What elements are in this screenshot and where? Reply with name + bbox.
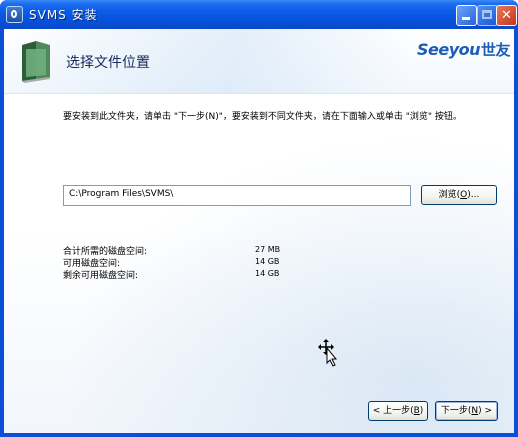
installer-window: SVMS 安装 ✕ 选择文件位置 Seeyou世友 要安装到此文件夹，请单击 "…: [0, 0, 518, 437]
instructions-text: 要安装到此文件夹，请单击 "下一步(N)"，要安装到不同文件夹，请在下面输入或单…: [63, 112, 462, 122]
browse-label-pre: 浏览(: [438, 190, 461, 200]
wizard-body: 要安装到此文件夹，请单击 "下一步(N)"，要安装到不同文件夹，请在下面输入或单…: [4, 94, 514, 433]
move-cursor-icon: [318, 339, 338, 367]
space-value-required: 27 MB: [255, 245, 281, 254]
space-value-available: 14 GB: [255, 257, 280, 266]
app-icon: [6, 6, 23, 23]
minimize-button[interactable]: [456, 5, 477, 26]
seeyou-logo: Seeyou世友: [417, 39, 511, 60]
next-label-post: ) >: [478, 406, 493, 416]
wizard-header: 选择文件位置 Seeyou世友: [4, 29, 514, 94]
back-label-pre: < 上一步(: [372, 406, 414, 416]
logo-cn-text: 世友: [481, 41, 511, 59]
maximize-icon: [482, 10, 492, 19]
folder-icon: [22, 41, 50, 83]
close-button[interactable]: ✕: [496, 5, 517, 26]
window-client: 选择文件位置 Seeyou世友 要安装到此文件夹，请单击 "下一步(N)"，要安…: [4, 29, 514, 433]
next-button[interactable]: 下一步(N) >: [435, 401, 498, 421]
back-button[interactable]: < 上一步(B): [368, 401, 428, 421]
close-icon: ✕: [501, 8, 512, 23]
next-label-pre: 下一步(: [440, 406, 472, 416]
page-title: 选择文件位置: [66, 55, 150, 71]
browse-label-post: )...: [467, 190, 480, 200]
space-label-remaining: 剩余可用磁盘空间:: [63, 271, 139, 281]
logo-text: Seeyou: [417, 40, 481, 59]
window-title: SVMS 安装: [29, 8, 98, 22]
maximize-button[interactable]: [477, 5, 498, 26]
browse-button[interactable]: 浏览(O)...: [421, 185, 497, 205]
install-path-input[interactable]: C:\Program Files\SVMS\: [63, 185, 411, 206]
minimize-icon: [462, 17, 470, 20]
space-value-remaining: 14 GB: [255, 269, 280, 278]
title-bar[interactable]: SVMS 安装 ✕: [0, 0, 518, 29]
back-label-post: ): [419, 406, 424, 416]
